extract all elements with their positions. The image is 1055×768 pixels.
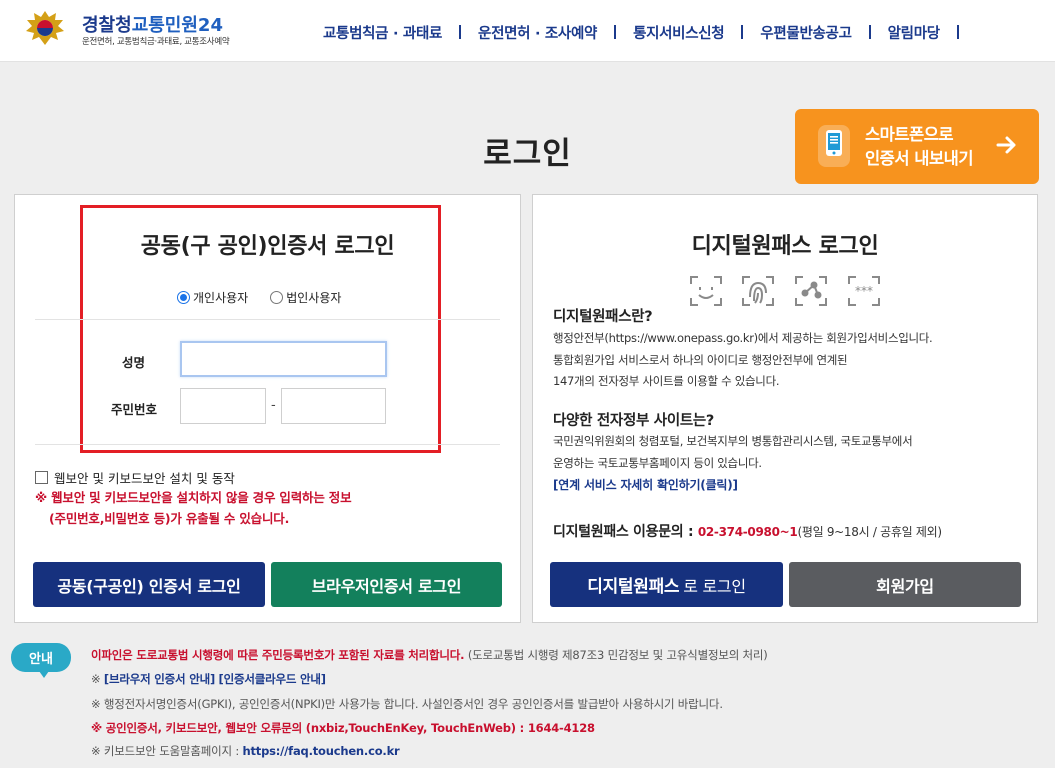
security-checkbox-label[interactable]: 웹보안 및 키보드보안 설치 및 동작 <box>54 468 235 487</box>
nav-item-notification[interactable]: 통지서비스신청 <box>616 22 741 43</box>
pin-icon: *** <box>848 276 880 306</box>
divider <box>35 319 500 320</box>
radio-individual[interactable] <box>177 291 190 304</box>
logo-subtitle: 운전면허, 교통범칙금·과태료, 교통조사예약 <box>82 37 230 47</box>
rrn-dash: - <box>271 398 276 413</box>
onepass-contact-phone: 02-374-0980~1 <box>697 525 798 539</box>
onepass-answer-1: 행정안전부(https://www.onepass.go.kr)에서 제공하는 … <box>553 331 933 388</box>
police-emblem-icon <box>26 11 64 45</box>
browser-cert-login-button[interactable]: 브라우저인증서 로그인 <box>271 562 502 607</box>
onepass-question-2: 다양한 전자정부 사이트는? <box>553 413 715 429</box>
arrow-right-icon <box>996 136 1016 154</box>
rrn-label: 주민번호 <box>111 402 158 417</box>
cert-cloud-guide-link[interactable]: [인증서클라우드 안내] <box>219 672 327 686</box>
onepass-question-1: 디지털원패스란? <box>553 309 653 325</box>
smartphone-export-button[interactable]: 스마트폰으로 인증서 내보내기 <box>795 109 1039 184</box>
name-input[interactable] <box>180 341 387 377</box>
nav-item-returned-mail[interactable]: 우편물반송공고 <box>743 22 868 43</box>
nav-item-license[interactable]: 운전면허 · 조사예약 <box>461 22 614 43</box>
onepass-contact: 디지털원패스 이용문의 : 02-374-0980~1(평일 9~18시 / 공… <box>553 524 942 540</box>
user-type-radio-group: 개인사용자 법인사용자 <box>177 289 363 306</box>
cert-login-panel: 공동(구 공인)인증서 로그인 개인사용자 법인사용자 성명 주민번호 - 웹보… <box>14 194 521 623</box>
svg-text:***: *** <box>855 284 873 298</box>
logo-title: 경찰청교통민원24 <box>82 15 223 36</box>
radio-corporate[interactable] <box>270 291 284 304</box>
onepass-answer-2: 국민권익위원회의 청렴포털, 보건복지부의 병통합관리시스템, 국토교통부에서 … <box>553 434 913 470</box>
onepass-contact-hours: (평일 9~18시 / 공휴일 제외) <box>797 525 942 539</box>
radio-individual-label[interactable]: 개인사용자 <box>193 289 248 306</box>
nav-item-fines[interactable]: 교통범칙금 · 과태료 <box>306 22 459 43</box>
rrn-first-input[interactable] <box>180 388 266 424</box>
main-nav: 교통범칙금 · 과태료 운전면허 · 조사예약 통지서비스신청 우편물반송공고 … <box>306 20 959 44</box>
onepass-login-button[interactable]: 디지털원패스 로 로그인 <box>550 562 783 607</box>
touchen-faq-link[interactable]: https://faq.touchen.co.kr <box>243 744 400 758</box>
nav-item-notice[interactable]: 알림마당 <box>871 22 957 43</box>
smartphone-icon <box>818 125 850 167</box>
smartphone-export-label: 스마트폰으로 인증서 내보내기 <box>865 125 974 168</box>
onepass-title: 디지털원패스 로그인 <box>691 234 879 259</box>
notice-line-5: ※ 키보드보안 도움말홈페이지 : https://faq.touchen.co… <box>91 744 400 758</box>
linked-services-link[interactable]: [연계 서비스 자세히 확인하기(클릭)] <box>553 476 738 493</box>
notice-line-1: 이파인은 도로교통법 시행령에 따른 주민등록번호가 포함된 자료를 처리합니다… <box>91 648 768 662</box>
face-recognition-icon <box>690 276 722 306</box>
nav-divider <box>956 25 959 39</box>
notice-line-4: ※ 공인인증서, 키보드보안, 웹보안 오류문의 (nxbiz,TouchEnK… <box>91 721 595 735</box>
site-logo[interactable]: 경찰청교통민원24 운전면허, 교통범칙금·과태료, 교통조사예약 <box>24 9 264 51</box>
divider <box>35 444 500 445</box>
notice-line-2: ※ [브라우저 인증서 안내] [인증서클라우드 안내] <box>91 672 327 686</box>
browser-cert-guide-link[interactable]: [브라우저 인증서 안내] <box>104 672 215 686</box>
notice-line-3: ※ 행정전자서명인증서(GPKI), 공인인증서(NPKI)만 사용가능 합니다… <box>91 697 723 711</box>
join-button[interactable]: 회원가입 <box>789 562 1021 607</box>
security-warning: ※ 웹보안 및 키보드보안을 설치하지 않을 경우 입력하는 정보 (주민번호,… <box>35 490 352 526</box>
fingerprint-icon <box>742 276 774 306</box>
cert-login-title: 공동(구 공인)인증서 로그인 <box>140 234 395 259</box>
pattern-icon <box>795 276 827 306</box>
notice-badge: 안내 <box>11 643 71 678</box>
cert-login-button[interactable]: 공동(구공인) 인증서 로그인 <box>33 562 265 607</box>
name-label: 성명 <box>122 355 146 370</box>
rrn-second-input[interactable] <box>281 388 386 424</box>
security-checkbox[interactable] <box>35 471 48 484</box>
radio-corporate-label[interactable]: 법인사용자 <box>286 289 341 306</box>
site-header: 경찰청교통민원24 운전면허, 교통범칙금·과태료, 교통조사예약 교통범칙금 … <box>0 0 1055 62</box>
security-checkbox-row[interactable]: 웹보안 및 키보드보안 설치 및 동작 <box>35 468 235 487</box>
digital-onepass-panel: 디지털원패스 로그인 *** 디지털원패스란? 행정안전부(https://ww… <box>532 194 1038 623</box>
